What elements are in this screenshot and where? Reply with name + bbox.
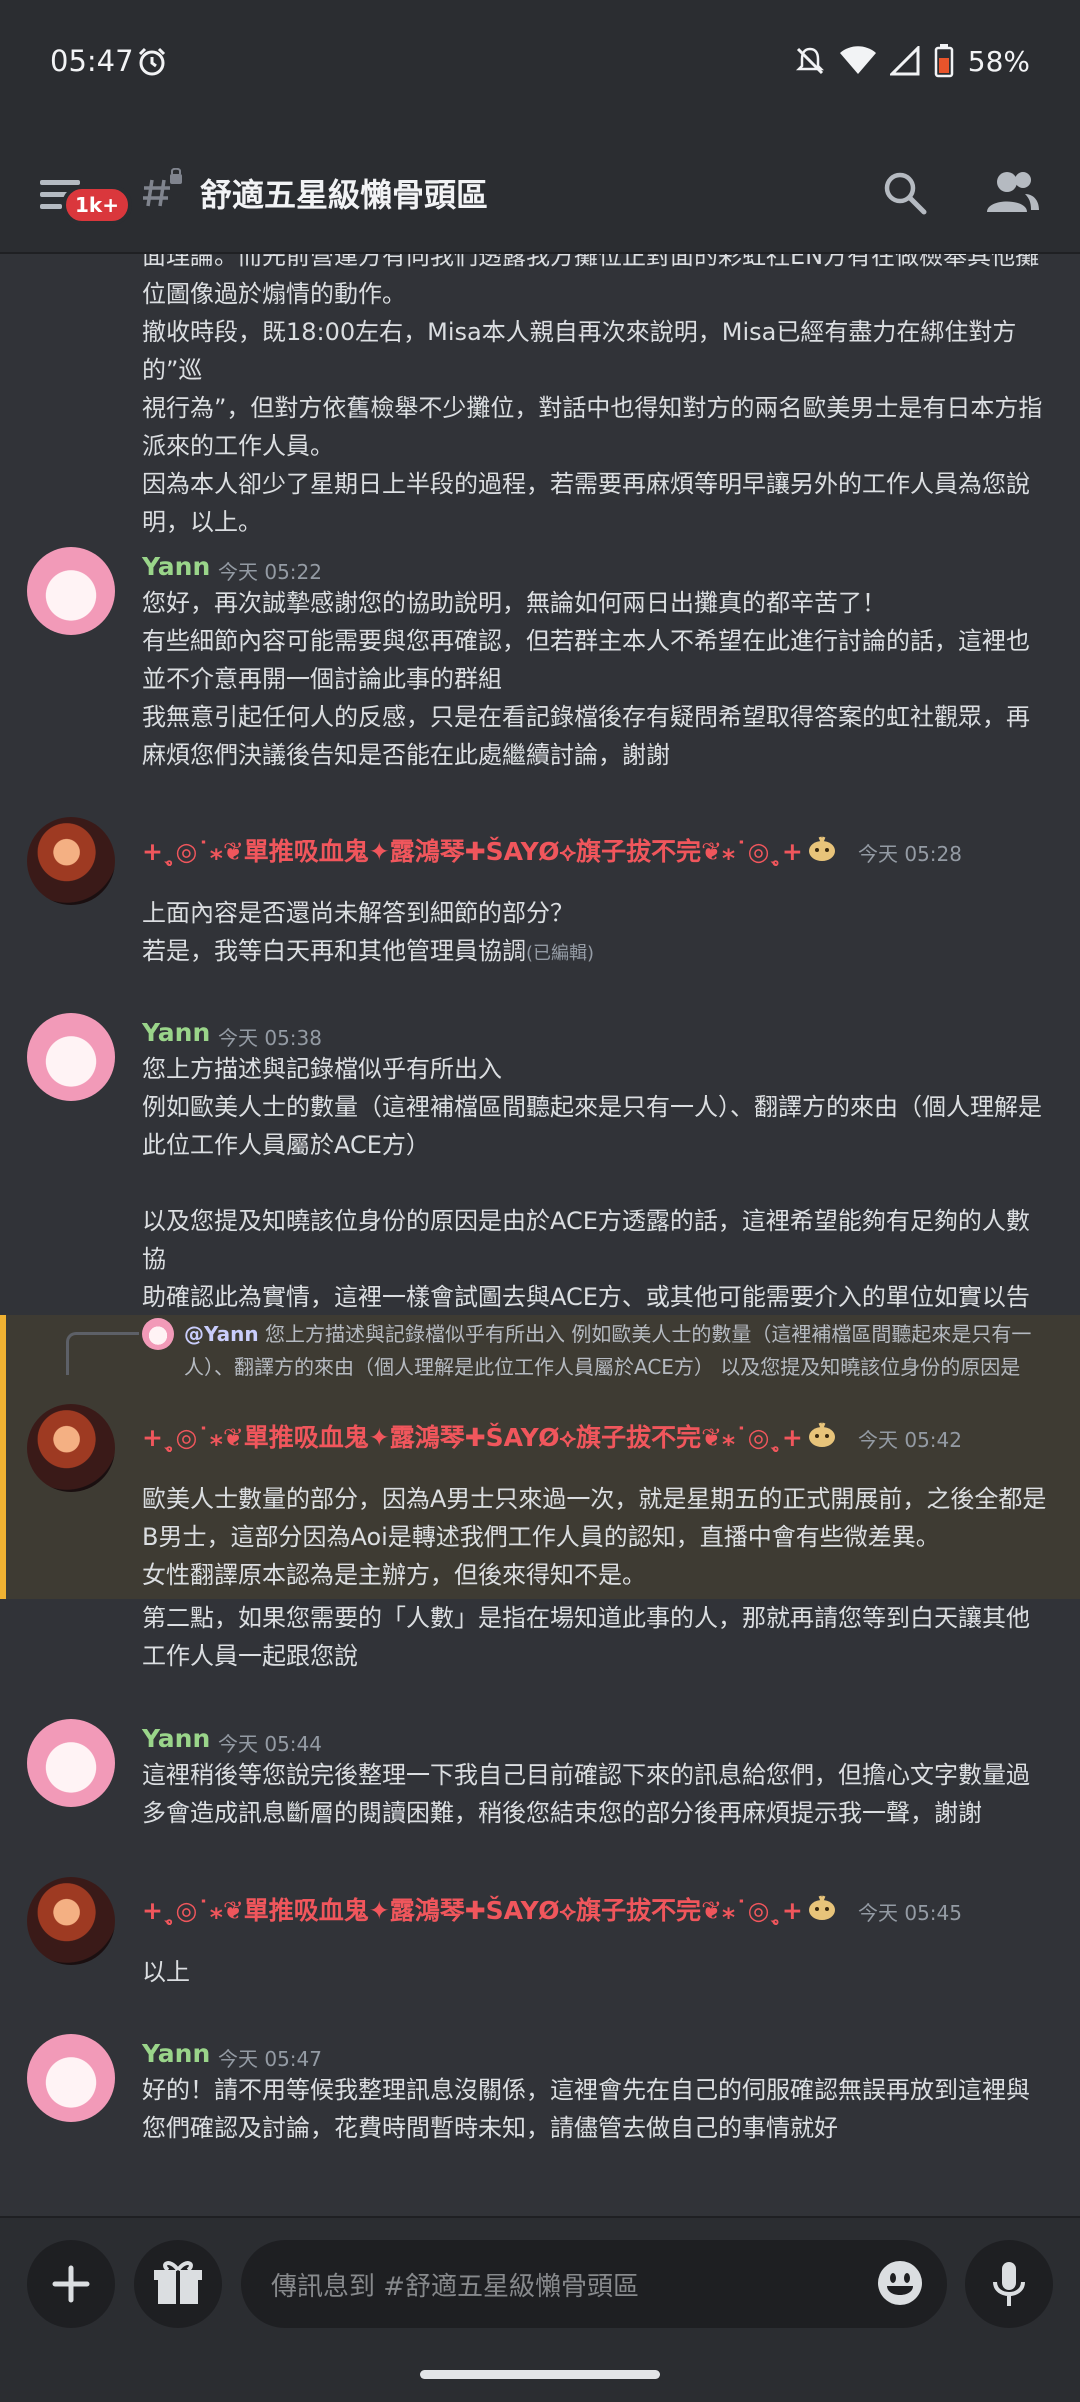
- status-bar: 05:47 58%: [0, 0, 1080, 130]
- message-body: 這裡稍後等您說完後整理一下我自己目前確認下來的訊息給您們，但擔心文字數量過 多會…: [142, 1761, 1030, 1827]
- role-icon: [809, 1895, 835, 1920]
- notifications-off-icon: [795, 47, 824, 75]
- timestamp: 今天 05:47: [218, 2047, 322, 2071]
- author-name[interactable]: Yann: [142, 1724, 210, 1753]
- message-body-followup: 第二點，如果您需要的「人數」是指在場知道此事的人，那就再請您等到白天讓其他 工作…: [142, 1604, 1030, 1670]
- message-body: 上面內容是否還尚未解答到細節的部分？ 若是，我等白天再和其他管理員協調(已編輯): [142, 899, 595, 965]
- message-body-partial: 面理論。而先前營運方有向我們透露我方攤位正對面的彩虹社EN方有在做檢舉其他攤 位…: [142, 254, 1043, 536]
- avatar[interactable]: [27, 1013, 115, 1101]
- author-name[interactable]: Yann: [142, 552, 210, 581]
- message-body: 您好，再次誠摯感謝您的協助說明，無論如何兩日出攤真的都辛苦了！ 有些細節內容可能…: [142, 589, 1030, 769]
- author-name[interactable]: +ˎ̥◎˙⁎❦單推吸血鬼✦露鴻琴✚ŠAYØ⟡旗子拔不完❦⁎˙◎ˎ̥+: [142, 1891, 803, 1927]
- edited-label: (已編輯): [526, 943, 595, 964]
- avatar[interactable]: [27, 1719, 115, 1807]
- members-icon[interactable]: [985, 168, 1039, 218]
- wifi-icon: [839, 46, 876, 74]
- voice-message-button[interactable]: [965, 2240, 1053, 2328]
- channel-title[interactable]: 舒適五星級懶骨頭區: [200, 170, 488, 216]
- reply-avatar: [142, 1318, 174, 1350]
- message-input-placeholder: 傳訊息到 #舒適五星級懶骨頭區: [271, 2272, 640, 2302]
- author-name[interactable]: +ˎ̥◎˙⁎❦單推吸血鬼✦露鴻琴✚ŠAYØ⟡旗子拔不完❦⁎˙◎ˎ̥+: [142, 1418, 803, 1454]
- search-icon[interactable]: [880, 168, 930, 218]
- reply-connector: [66, 1332, 139, 1375]
- signal-icon: [889, 46, 920, 76]
- composer-bar: 傳訊息到 #舒適五星級懶骨頭區: [0, 2216, 1080, 2402]
- avatar[interactable]: [27, 1877, 115, 1965]
- alarm-icon: [138, 47, 166, 76]
- timestamp: 今天 05:45: [858, 1901, 962, 1925]
- author-name[interactable]: Yann: [142, 1018, 210, 1047]
- add-attachment-button[interactable]: [27, 2240, 115, 2328]
- message-input[interactable]: 傳訊息到 #舒適五星級懶骨頭區: [241, 2240, 947, 2328]
- home-indicator[interactable]: [420, 2370, 660, 2379]
- avatar[interactable]: [27, 1404, 115, 1492]
- message-body: 您上方描述與記錄檔似乎有所出入 例如歐美人士的數量（這裡補檔區間聽起來是只有一人…: [142, 1055, 1042, 1311]
- author-name[interactable]: +ˎ̥◎˙⁎❦單推吸血鬼✦露鴻琴✚ŠAYØ⟡旗子拔不完❦⁎˙◎ˎ̥+: [142, 832, 803, 868]
- role-icon: [809, 1422, 835, 1447]
- message-body: 歐美人士數量的部分，因為A男士只來過一次，就是星期五的正式開展前，之後全都是 B…: [142, 1485, 1047, 1589]
- microphone-icon: [993, 2262, 1025, 2306]
- locked-channel-hash-icon: [143, 168, 182, 207]
- message-body: 以上: [142, 1958, 190, 1986]
- unread-badge: 1k+: [62, 185, 132, 225]
- gift-button[interactable]: [134, 2240, 222, 2328]
- battery-icon: [934, 44, 954, 78]
- timestamp: 今天 05:28: [858, 842, 962, 866]
- avatar[interactable]: [27, 547, 115, 635]
- author-name[interactable]: Yann: [142, 2039, 210, 2068]
- timestamp: 今天 05:42: [858, 1428, 962, 1452]
- role-icon: [809, 836, 835, 861]
- timestamp: 今天 05:44: [218, 1732, 322, 1756]
- status-time: 05:47: [50, 44, 134, 78]
- battery-level: 58%: [967, 44, 1030, 78]
- timestamp: 今天 05:22: [218, 560, 322, 584]
- plus-icon: [52, 2265, 90, 2303]
- gift-icon: [154, 2261, 202, 2304]
- emoji-icon[interactable]: [875, 2258, 925, 2308]
- channel-header: 1k+ 舒適五星級懶骨頭區: [0, 130, 1080, 254]
- avatar[interactable]: [27, 2034, 115, 2122]
- timestamp: 今天 05:38: [218, 1026, 322, 1050]
- avatar[interactable]: [27, 817, 115, 905]
- message-body: 好的！請不用等候我整理訊息沒關係，這裡會先在自己的伺服確認無誤再放到這裡與 您們…: [142, 2076, 1030, 2142]
- reply-mention[interactable]: @Yann: [184, 1322, 259, 1346]
- reply-preview[interactable]: @Yann 您上方描述與記錄檔似乎有所出入 例如歐美人士的數量（這裡補檔區間聽起…: [184, 1318, 1054, 1384]
- message-list[interactable]: 面理論。而先前營運方有向我們透露我方攤位正對面的彩虹社EN方有在做檢舉其他攤 位…: [0, 254, 1080, 2214]
